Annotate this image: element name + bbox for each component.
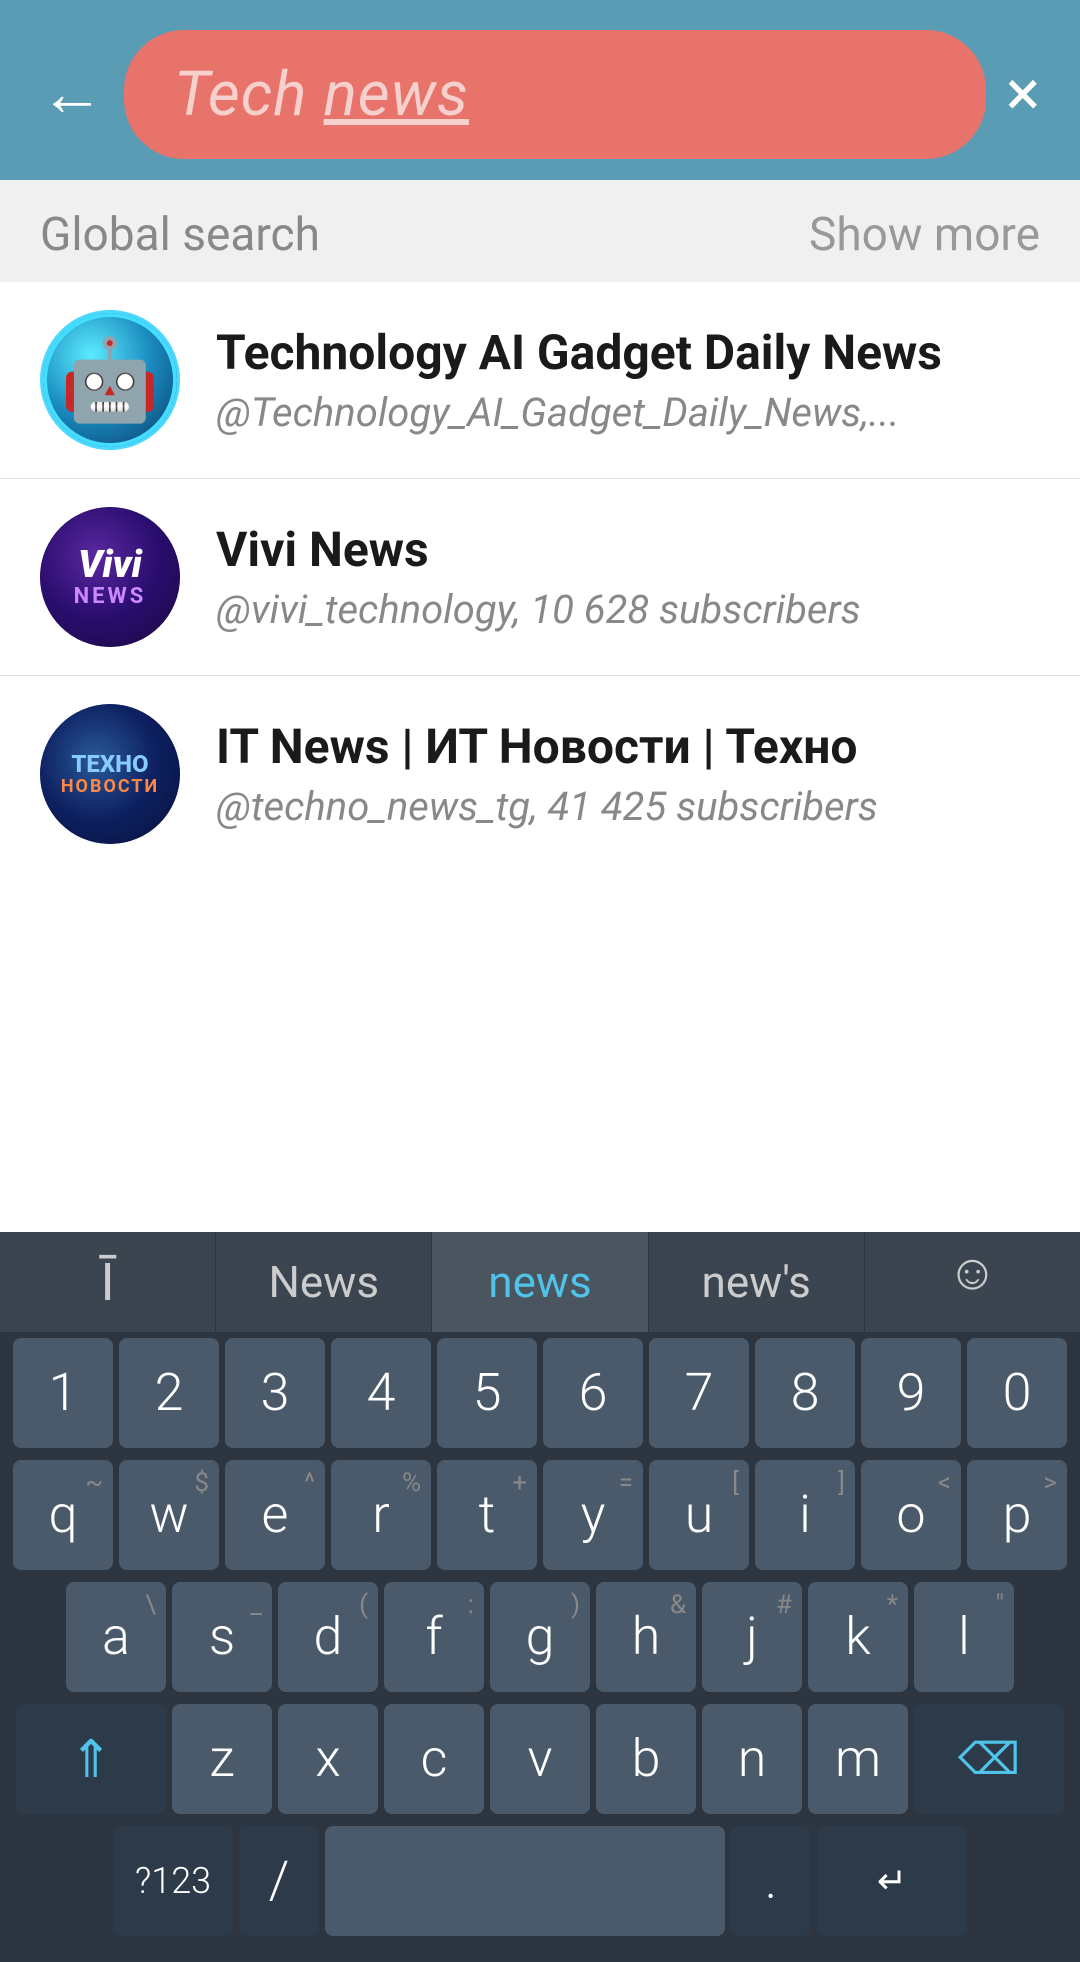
key-n[interactable]: n — [702, 1704, 802, 1814]
key-4[interactable]: 4 — [331, 1338, 431, 1448]
key-d[interactable]: (d — [278, 1582, 378, 1692]
result-handle-2: @vivi_technology, 10 628 subscribers — [216, 586, 1040, 633]
key-3[interactable]: 3 — [225, 1338, 325, 1448]
keyboard-row-qwerty: ~q $w ^e %r +t =y [u ]i <o >p — [0, 1454, 1080, 1576]
result-info-1: Technology AI Gadget Daily News @Technol… — [216, 324, 1040, 437]
keyboard-row-numbers: 1 2 3 4 5 6 7 8 9 0 — [0, 1332, 1080, 1454]
avatar-vivi: Vivi NEWS — [40, 507, 180, 647]
search-text-plain: Tech — [174, 58, 324, 131]
suggestion-news-lower[interactable]: news — [432, 1232, 648, 1332]
key-q[interactable]: ~q — [13, 1460, 113, 1570]
keyboard-row-asdf: \a _s (d :f )g &h #j *k "l — [0, 1576, 1080, 1698]
key-p[interactable]: >p — [967, 1460, 1067, 1570]
result-handle-3: @techno_news_tg, 41 425 subscribers — [216, 783, 1040, 830]
empty-content-area — [0, 872, 1080, 1232]
key-f[interactable]: :f — [384, 1582, 484, 1692]
result-info-2: Vivi News @vivi_technology, 10 628 subsc… — [216, 521, 1040, 634]
key-7[interactable]: 7 — [649, 1338, 749, 1448]
cursor-icon: Ī — [101, 1252, 115, 1313]
key-g[interactable]: )g — [490, 1582, 590, 1692]
result-item-2[interactable]: Vivi NEWS Vivi News @vivi_technology, 10… — [0, 479, 1080, 676]
global-search-label: Global search — [40, 208, 320, 262]
search-bar[interactable]: Tech news — [124, 30, 986, 159]
result-name-2: Vivi News — [216, 521, 1040, 579]
key-1[interactable]: 1 — [13, 1338, 113, 1448]
section-header: Global search Show more — [0, 180, 1080, 282]
avatar-tech-ai: 🤖 — [40, 310, 180, 450]
key-w[interactable]: $w — [119, 1460, 219, 1570]
keyboard-row-bottom: ?123 / . ↵ — [0, 1820, 1080, 1942]
suggestion-news-cap[interactable]: News — [216, 1232, 432, 1332]
key-y[interactable]: =y — [543, 1460, 643, 1570]
search-text: Tech news — [174, 58, 469, 131]
key-t[interactable]: +t — [437, 1460, 537, 1570]
key-8[interactable]: 8 — [755, 1338, 855, 1448]
robot-avatar-img: 🤖 — [43, 313, 177, 447]
vivi-logo-img: Vivi NEWS — [40, 507, 180, 647]
suggestion-news-apos[interactable]: new's — [649, 1232, 865, 1332]
key-s[interactable]: _s — [172, 1582, 272, 1692]
key-i[interactable]: ]i — [755, 1460, 855, 1570]
key-a[interactable]: \a — [66, 1582, 166, 1692]
result-info-3: IT News | ИТ Новости | Техно @techno_new… — [216, 718, 1040, 831]
result-name-1: Technology AI Gadget Daily News — [216, 324, 1040, 382]
key-6[interactable]: 6 — [543, 1338, 643, 1448]
key-x[interactable]: x — [278, 1704, 378, 1814]
back-button[interactable]: ← — [40, 62, 104, 126]
show-more-button[interactable]: Show more — [809, 208, 1040, 262]
key-k[interactable]: *k — [808, 1582, 908, 1692]
keyboard-row-zxcv: ⇑ z x c v b n m ⌫ — [0, 1698, 1080, 1820]
shift-key[interactable]: ⇑ — [16, 1704, 166, 1814]
emoji-button[interactable]: ☺ — [865, 1232, 1080, 1312]
suggestions-bar: Ī News news new's ☺ — [0, 1232, 1080, 1332]
key-9[interactable]: 9 — [861, 1338, 961, 1448]
key-c[interactable]: c — [384, 1704, 484, 1814]
cursor-suggestion[interactable]: Ī — [0, 1232, 216, 1332]
result-item-3[interactable]: ТЕХНО НОВОСТИ IT News | ИТ Новости | Тех… — [0, 676, 1080, 872]
key-b[interactable]: b — [596, 1704, 696, 1814]
techno-logo-img: ТЕХНО НОВОСТИ — [40, 704, 180, 844]
key-v[interactable]: v — [490, 1704, 590, 1814]
avatar-it-news: ТЕХНО НОВОСТИ — [40, 704, 180, 844]
virtual-keyboard: Ī News news new's ☺ 1 2 3 4 5 6 7 8 9 0 … — [0, 1232, 1080, 1962]
key-z[interactable]: z — [172, 1704, 272, 1814]
key-0[interactable]: 0 — [967, 1338, 1067, 1448]
key-m[interactable]: m — [808, 1704, 908, 1814]
result-handle-1: @Technology_AI_Gadget_Daily_News,... — [216, 389, 1040, 436]
results-list: 🤖 Technology AI Gadget Daily News @Techn… — [0, 282, 1080, 872]
key-e[interactable]: ^e — [225, 1460, 325, 1570]
key-j[interactable]: #j — [702, 1582, 802, 1692]
backspace-key[interactable]: ⌫ — [914, 1704, 1064, 1814]
search-header: ← Tech news × — [0, 0, 1080, 180]
key-o[interactable]: <o — [861, 1460, 961, 1570]
key-r[interactable]: %r — [331, 1460, 431, 1570]
key-5[interactable]: 5 — [437, 1338, 537, 1448]
key-u[interactable]: [u — [649, 1460, 749, 1570]
search-text-underline: news — [324, 58, 469, 131]
result-name-3: IT News | ИТ Новости | Техно — [216, 718, 1040, 776]
key-l[interactable]: "l — [914, 1582, 1014, 1692]
close-button[interactable]: × — [1006, 62, 1040, 126]
key-2[interactable]: 2 — [119, 1338, 219, 1448]
key-h[interactable]: &h — [596, 1582, 696, 1692]
result-item-1[interactable]: 🤖 Technology AI Gadget Daily News @Techn… — [0, 282, 1080, 479]
